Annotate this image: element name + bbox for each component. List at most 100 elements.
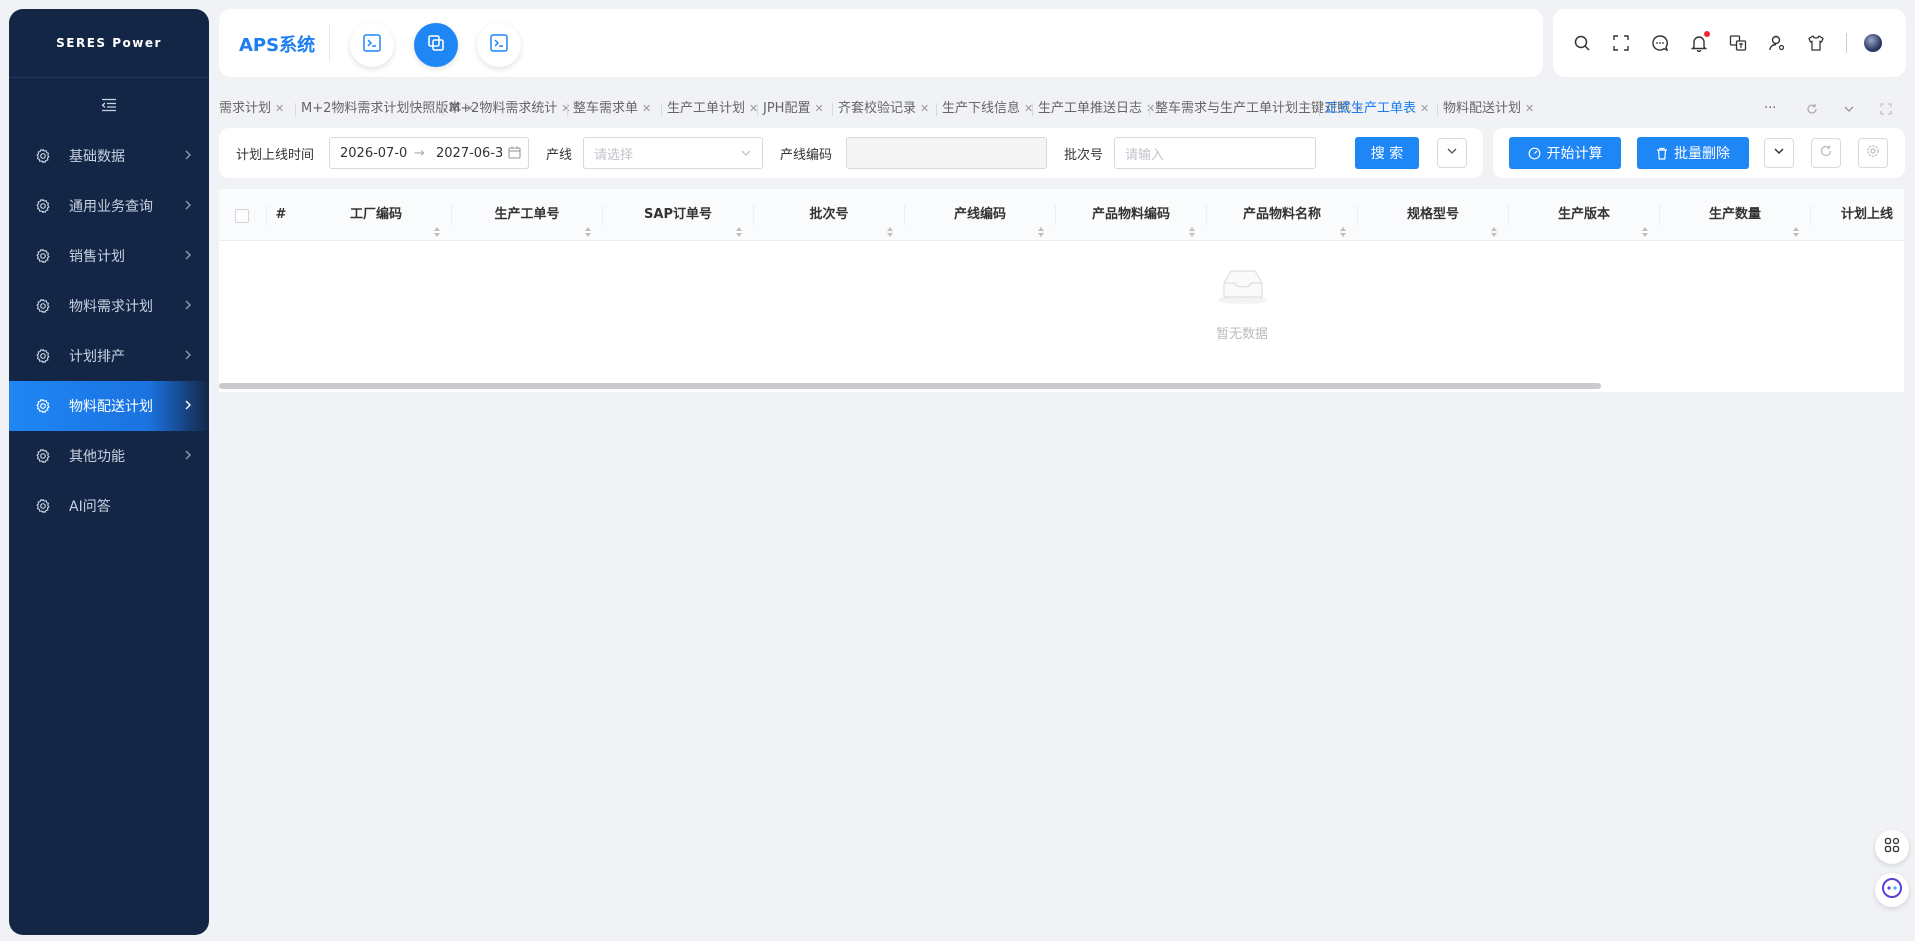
table-column-header[interactable]: 规格型号 [1358,189,1508,241]
sidebar-item[interactable]: 物料配送计划 [9,381,209,431]
close-icon[interactable]: ✕ [561,102,570,115]
refresh-tab-icon[interactable] [1804,101,1820,117]
sort-icon[interactable] [1641,209,1649,237]
sort-icon[interactable] [1188,209,1196,237]
close-icon[interactable]: ✕ [1525,102,1534,115]
date-range-picker[interactable]: 2026-07-0 → 2027-06-3 [329,137,529,169]
empty-text: 暂无数据 [1215,327,1268,342]
close-icon[interactable]: ✕ [275,102,284,115]
sidebar-item[interactable]: 其他功能 [9,431,209,481]
column-label: 产品物料编码 [1091,207,1170,222]
terminal-app-button[interactable] [350,23,394,67]
tab-item[interactable]: 齐套校验记录 ✕ [838,99,929,119]
tab-label: 整车需求单 [573,101,639,116]
horizontal-scrollbar[interactable] [219,383,1601,389]
gear-icon [35,198,51,214]
date-start[interactable]: 2026-07-0 [340,146,407,161]
date-end[interactable]: 2027-06-3 [436,146,503,161]
chevron-down-icon[interactable] [1841,101,1857,117]
column-label: # [275,207,287,222]
search-icon[interactable] [1572,33,1592,53]
sidebar-item[interactable]: 销售计划 [9,231,209,281]
fullscreen-icon[interactable] [1611,33,1631,53]
table-column-header[interactable]: 计划上线 [1811,189,1904,241]
table-column-header[interactable]: 产品物料名称 [1207,189,1357,241]
close-icon[interactable]: ✕ [1146,102,1155,115]
terminal-icon [489,33,509,57]
divider [443,103,444,116]
sort-icon[interactable] [1339,209,1347,237]
top-header: APS系统 [219,9,1543,77]
close-icon[interactable]: ✕ [1420,102,1429,115]
table-column-header[interactable]: SAP订单号 [603,189,753,241]
user-settings-icon[interactable] [1767,33,1787,53]
tab-item[interactable]: 生产下线信息 ✕ [942,99,1033,119]
close-icon[interactable]: ✕ [642,102,651,115]
tab-label: 需求计划 [219,101,272,116]
line-code-label: 产线编码 [780,148,833,163]
sort-icon[interactable] [886,209,894,237]
tab-item[interactable]: 整车需求单 ✕ [573,99,651,119]
expand-filters-button[interactable] [1437,138,1467,168]
column-label: 批次号 [809,207,849,222]
tab-item[interactable]: 正式生产工单表 ✕ [1325,99,1429,119]
batch-delete-button[interactable]: 批量删除 [1637,137,1749,169]
tab-item[interactable]: M+2物料需求统计 ✕ [449,99,571,119]
table-column-header[interactable]: 生产工单号 [452,189,602,241]
refresh-button[interactable] [1811,138,1841,168]
sidebar-item[interactable]: 基础数据 [9,131,209,181]
select-all-checkbox[interactable] [235,209,249,223]
fullscreen-tab-icon[interactable] [1878,101,1894,117]
tab-item[interactable]: JPH配置 ✕ [763,99,824,119]
gear-icon [35,298,51,314]
sidebar-item[interactable]: 计划排产 [9,331,209,381]
chevron-down-icon [1773,145,1785,161]
chevron-right-icon [181,348,195,362]
tab-item[interactable]: 生产工单计划 ✕ [667,99,758,119]
collapse-menu-icon[interactable] [9,78,209,131]
avatar[interactable] [1864,34,1882,52]
terminal-app-button-2[interactable] [477,23,521,67]
start-calc-button[interactable]: 开始计算 [1509,137,1621,169]
sidebar-item[interactable]: AI问答 [9,481,209,531]
translate-icon[interactable] [1728,33,1748,53]
ai-assistant-button[interactable] [1875,873,1909,907]
table-column-header[interactable]: 生产数量 [1660,189,1810,241]
sidebar-item[interactable]: 通用业务查询 [9,181,209,231]
sort-icon[interactable] [1792,209,1800,237]
batch-input[interactable]: 请输入 [1114,137,1316,169]
theme-shirt-icon[interactable] [1806,33,1826,53]
tab-item[interactable]: 生产工单推送日志 ✕ [1038,99,1155,119]
table-column-header[interactable]: 工厂编码 [301,189,451,241]
table-column-header[interactable]: 产线编码 [905,189,1055,241]
more-actions-button[interactable] [1764,138,1794,168]
table-column-header[interactable]: 生产版本 [1509,189,1659,241]
search-button[interactable]: 搜 索 [1355,137,1419,169]
gear-icon [35,498,51,514]
tab-label: M+2物料需求计划快照版本 [301,101,462,116]
sort-icon[interactable] [584,209,592,237]
tab-item[interactable]: 需求计划 ✕ [219,99,284,119]
sort-icon[interactable] [433,209,441,237]
message-icon[interactable] [1650,33,1670,53]
table-column-header[interactable]: 产品物料编码 [1056,189,1206,241]
chevron-right-icon [181,298,195,312]
tab-item[interactable]: 物料配送计划 ✕ [1443,99,1534,119]
windows-app-button[interactable] [414,23,458,67]
sort-icon[interactable] [1037,209,1045,237]
header-tools [1553,9,1906,77]
sort-icon[interactable] [735,209,743,237]
column-settings-button[interactable] [1858,138,1888,168]
close-icon[interactable]: ✕ [814,102,823,115]
apps-grid-button[interactable] [1875,830,1909,864]
sort-icon[interactable] [1490,209,1498,237]
sidebar-item[interactable]: 物料需求计划 [9,281,209,331]
tabs-more-icon[interactable]: ··· [1764,99,1776,119]
refresh-icon [1819,144,1833,162]
calendar-icon [508,146,521,163]
column-label: 计划上线 [1841,207,1894,222]
bell-icon[interactable] [1689,31,1710,53]
table-column-header[interactable]: 批次号 [754,189,904,241]
close-icon[interactable]: ✕ [920,102,929,115]
line-select[interactable]: 请选择 [583,137,763,169]
